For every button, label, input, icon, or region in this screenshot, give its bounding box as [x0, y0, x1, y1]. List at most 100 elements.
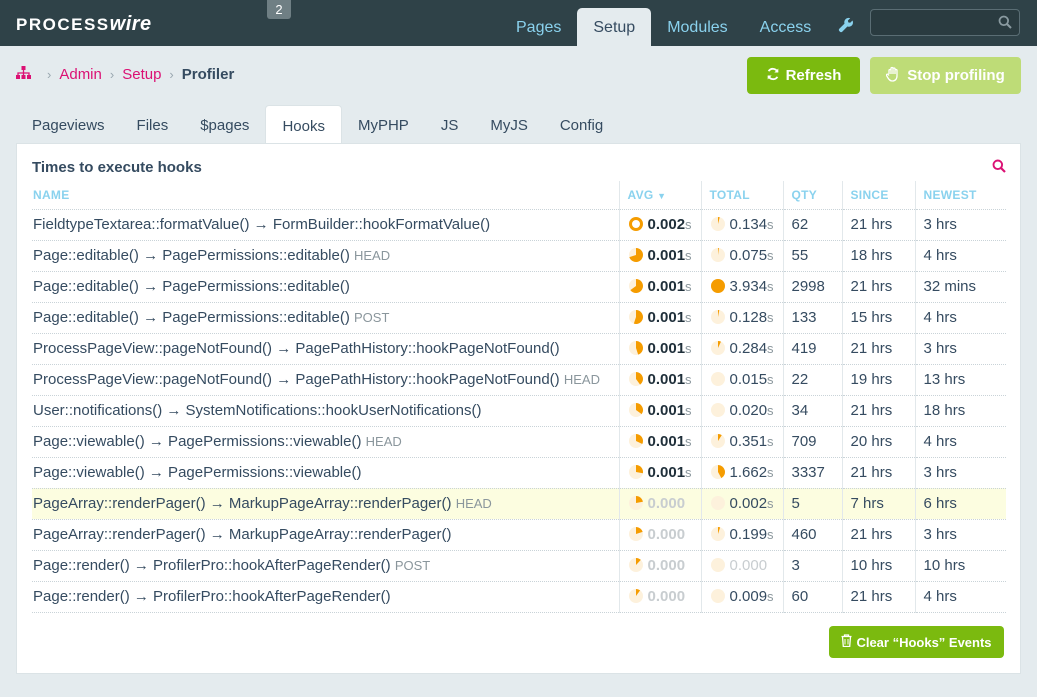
- total-value: 0.134: [729, 216, 768, 233]
- table-row[interactable]: PageArray::renderPager() → MarkupPageArr…: [32, 519, 1006, 551]
- hook-name-cell: Page::editable() → PagePermissions::edit…: [32, 302, 619, 334]
- total-pie-icon: [710, 279, 725, 293]
- wrench-icon[interactable]: [827, 8, 867, 46]
- avg-value: 0.000: [647, 588, 686, 605]
- total-unit: s: [767, 434, 774, 449]
- topnav-access[interactable]: Access: [744, 8, 828, 46]
- tab-config[interactable]: Config: [544, 105, 619, 144]
- table-row[interactable]: Page::render() → ProfilerPro::hookAfterP…: [32, 550, 1006, 582]
- total-value: 0.075: [729, 247, 768, 264]
- total-unit: s: [767, 310, 774, 325]
- table-row[interactable]: Page::editable() → PagePermissions::edit…: [32, 240, 1006, 272]
- tab-myjs[interactable]: MyJS: [474, 105, 544, 144]
- since-cell: 7 hrs: [841, 488, 915, 520]
- hook-name-cell: ProcessPageView::pageNotFound() → PagePa…: [32, 364, 619, 396]
- avg-cell: 0.001s: [618, 240, 701, 272]
- avg-cell: 0.001s: [618, 271, 701, 303]
- chevron-right-icon: ›: [109, 67, 115, 82]
- since-cell: 21 hrs: [841, 395, 915, 427]
- sitemap-icon[interactable]: [16, 66, 31, 83]
- panel-title: Times to execute hooks: [32, 159, 202, 176]
- hook-name: Page::viewable() → PagePermissions::view…: [33, 433, 362, 450]
- newest-cell: 3 hrs: [914, 457, 1006, 489]
- total-unit: s: [767, 465, 774, 480]
- qty-cell: 709: [782, 426, 842, 458]
- table-row[interactable]: Page::viewable() → PagePermissions::view…: [32, 457, 1006, 489]
- total-value: 0.015: [729, 371, 768, 388]
- total-pie-icon: [710, 309, 725, 324]
- tab-files[interactable]: Files: [121, 105, 185, 144]
- total-value: 1.662: [729, 464, 768, 481]
- avg-value: 0.001: [647, 340, 686, 357]
- hook-tag: POST: [354, 310, 390, 325]
- total-cell: 0.351s: [700, 426, 783, 458]
- profiler-tabs: Pageviews Files $pages Hooks MyPHP JS My…: [16, 105, 619, 144]
- breadcrumb-setup[interactable]: Setup: [122, 66, 161, 83]
- tab-myphp[interactable]: MyPHP: [342, 105, 425, 144]
- table-row[interactable]: Page::editable() → PagePermissions::edit…: [32, 271, 1006, 303]
- search-icon[interactable]: [992, 159, 1006, 178]
- hook-name: ProcessPageView::pageNotFound() → PagePa…: [33, 371, 560, 388]
- tab-hooks[interactable]: Hooks: [265, 105, 342, 144]
- avg-value: 0.001: [647, 247, 686, 264]
- total-value: 0.351: [729, 433, 768, 450]
- qty-cell: 22: [782, 364, 842, 396]
- qty-cell: 60: [782, 581, 842, 613]
- hook-name-cell: Page::editable() → PagePermissions::edit…: [32, 271, 619, 303]
- breadcrumb: › Admin › Setup › Profiler: [16, 66, 234, 83]
- col-total[interactable]: TOTAL: [700, 181, 783, 210]
- total-cell: 0.009s: [700, 581, 783, 613]
- avg-unit: s: [685, 341, 692, 356]
- avg-value: 0.000: [647, 557, 686, 574]
- avg-value: 0.000: [647, 495, 686, 512]
- processwire-logo[interactable]: PROCESSwire: [16, 13, 152, 36]
- table-row[interactable]: Page::editable() → PagePermissions::edit…: [32, 302, 1006, 334]
- table-row[interactable]: FieldtypeTextarea::formatValue() → FormB…: [32, 209, 1006, 241]
- refresh-button[interactable]: Refresh: [747, 57, 860, 94]
- total-pie-icon: [710, 341, 725, 355]
- topnav-pages[interactable]: Pages: [500, 8, 577, 46]
- hook-name: PageArray::renderPager() → MarkupPageArr…: [33, 526, 452, 543]
- col-newest[interactable]: NEWEST: [914, 181, 1006, 210]
- hooks-table: NAME AVG ▼ TOTAL QTY SINCE NEWEST Fieldt…: [32, 181, 1006, 613]
- topnav-setup[interactable]: Setup: [577, 8, 652, 46]
- breadcrumb-admin[interactable]: Admin: [59, 66, 102, 83]
- avg-pie-icon: [628, 372, 643, 386]
- since-cell: 21 hrs: [841, 581, 915, 613]
- avg-pie-icon: [628, 496, 643, 510]
- table-row[interactable]: Page::viewable() → PagePermissions::view…: [32, 426, 1006, 458]
- col-since[interactable]: SINCE: [841, 181, 915, 210]
- topnav-modules[interactable]: Modules: [651, 8, 743, 46]
- hook-name-cell: User::notifications() → SystemNotificati…: [32, 395, 619, 427]
- newest-cell: 4 hrs: [914, 581, 1006, 613]
- table-row[interactable]: ProcessPageView::pageNotFound() → PagePa…: [32, 364, 1006, 396]
- tab-pages[interactable]: $pages: [184, 105, 265, 144]
- tab-js[interactable]: JS: [425, 105, 475, 144]
- table-row[interactable]: Page::render() → ProfilerPro::hookAfterP…: [32, 581, 1006, 613]
- qty-cell: 5: [782, 488, 842, 520]
- table-row[interactable]: PageArray::renderPager() → MarkupPageArr…: [32, 488, 1006, 520]
- notifications-badge[interactable]: 2: [267, 0, 291, 19]
- avg-pie-icon: [628, 310, 643, 324]
- newest-cell: 4 hrs: [914, 302, 1006, 334]
- trash-icon: [841, 634, 852, 650]
- col-name[interactable]: NAME: [32, 181, 619, 210]
- stop-profiling-button[interactable]: Stop profiling: [870, 57, 1021, 94]
- newest-cell: 18 hrs: [914, 395, 1006, 427]
- tab-pageviews[interactable]: Pageviews: [16, 105, 121, 144]
- hook-name: PageArray::renderPager() → MarkupPageArr…: [33, 495, 452, 512]
- total-value: 0.284: [729, 340, 768, 357]
- col-qty[interactable]: QTY: [782, 181, 842, 210]
- avg-value: 0.001: [647, 433, 686, 450]
- total-cell: 0.128s: [700, 302, 783, 334]
- table-row[interactable]: User::notifications() → SystemNotificati…: [32, 395, 1006, 427]
- total-pie-icon: [710, 496, 725, 510]
- table-row[interactable]: ProcessPageView::pageNotFound() → PagePa…: [32, 333, 1006, 365]
- avg-cell: 0.000: [618, 519, 701, 551]
- col-avg[interactable]: AVG ▼: [618, 181, 701, 210]
- qty-cell: 3: [782, 550, 842, 582]
- qty-cell: 34: [782, 395, 842, 427]
- clear-hooks-events-button[interactable]: Clear “Hooks” Events: [829, 626, 1004, 658]
- top-search-input[interactable]: [870, 9, 1020, 36]
- newest-cell: 3 hrs: [914, 519, 1006, 551]
